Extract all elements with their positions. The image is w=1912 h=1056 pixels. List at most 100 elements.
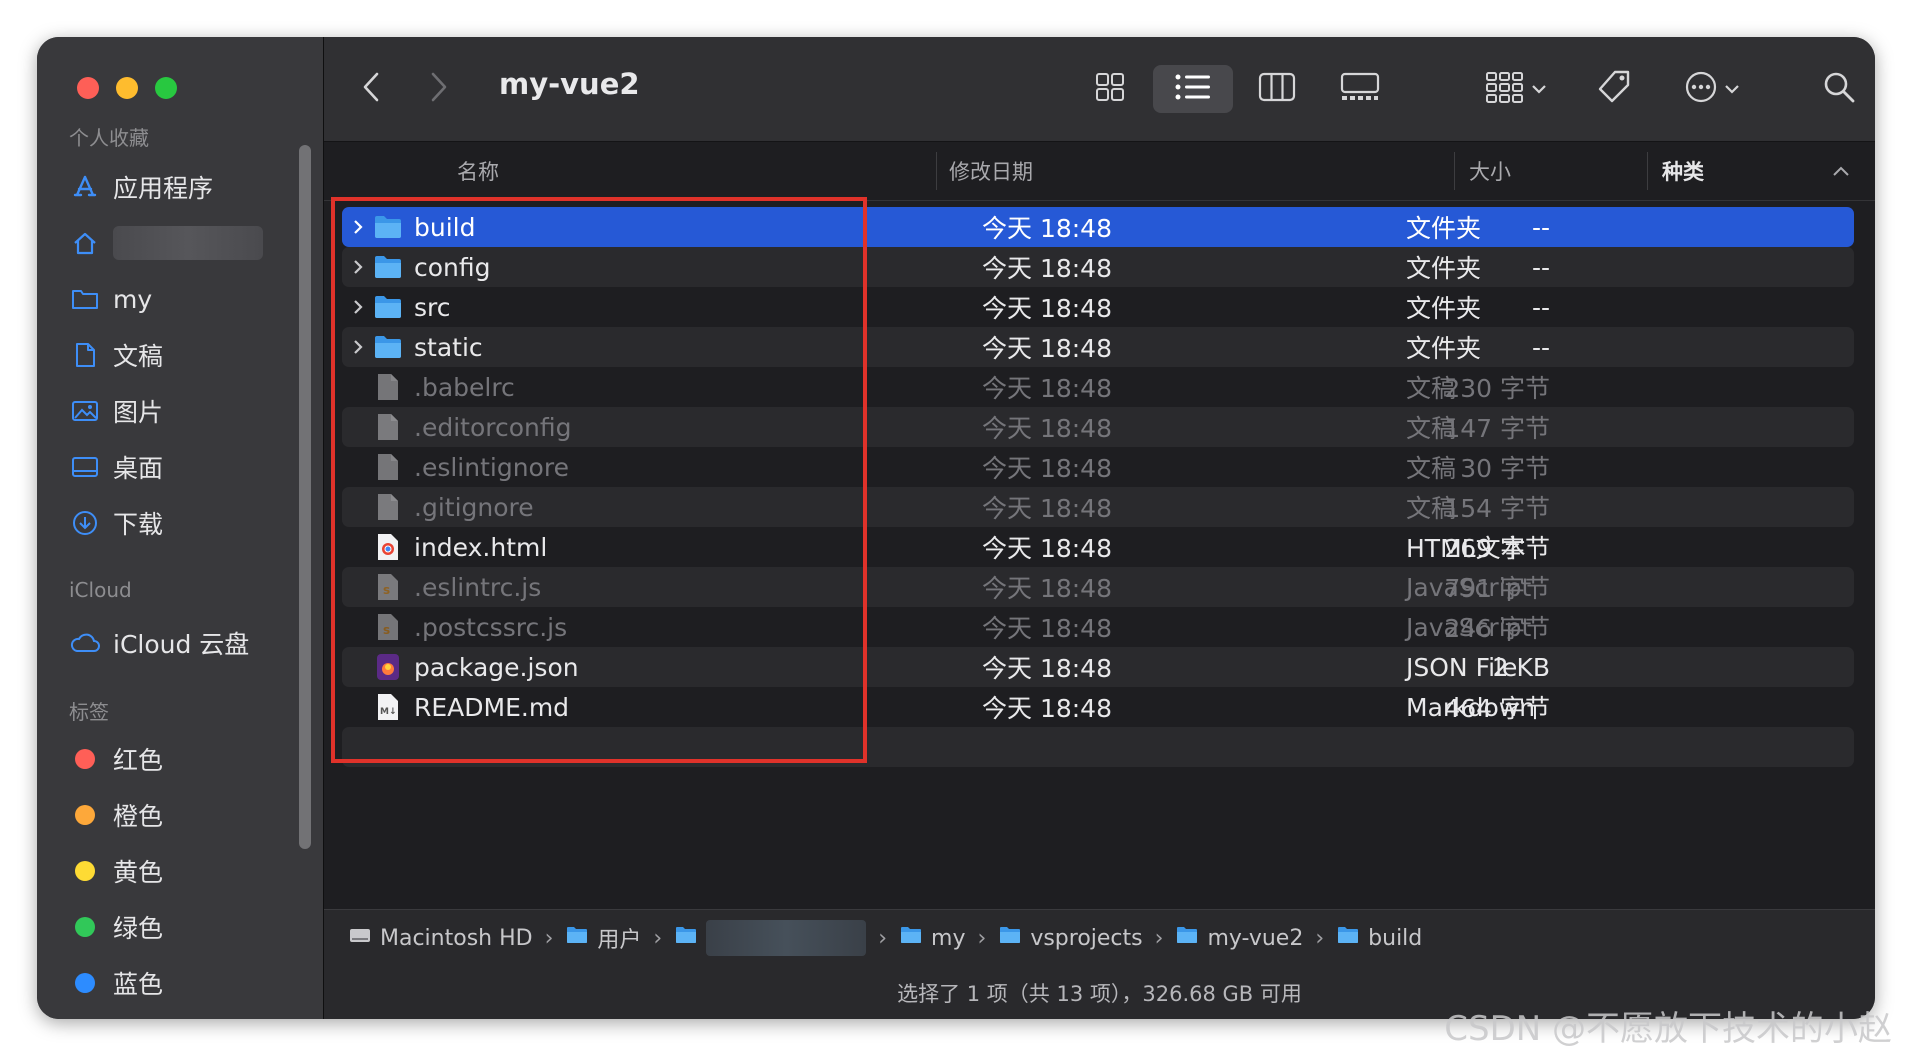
path-separator: › xyxy=(878,925,888,951)
sidebar-item-label: 应用程序 xyxy=(113,174,214,203)
favorites-section-header: 个人收藏 xyxy=(69,126,149,150)
path-separator: › xyxy=(544,925,554,951)
redacted-username xyxy=(113,226,263,260)
file-kind: 文件夹 xyxy=(1406,294,1482,323)
file-kind: 文件夹 xyxy=(1406,334,1482,363)
path-separator: › xyxy=(1154,925,1164,951)
column-view-button[interactable] xyxy=(1249,67,1305,111)
path-separator: › xyxy=(977,925,987,951)
sidebar-item-label: 绿色 xyxy=(113,914,164,943)
column-divider[interactable] xyxy=(936,152,937,190)
file-modified-date: 今天 18:48 xyxy=(982,414,1112,443)
sidebar-item-icloud-drive[interactable]: iCloud 云盘 xyxy=(69,621,289,665)
path-item-label: Macintosh HD xyxy=(380,925,533,951)
grid-icon xyxy=(1094,71,1126,107)
path-separator: › xyxy=(653,925,663,951)
column-header-date[interactable]: 修改日期 xyxy=(949,142,1033,200)
path-separator: › xyxy=(1315,925,1325,951)
file-modified-date: 今天 18:48 xyxy=(982,334,1112,363)
file-size: 147 字节 xyxy=(1444,414,1550,443)
column-header-name[interactable]: 名称 xyxy=(457,142,499,200)
sidebar-tag-green[interactable]: 绿色 xyxy=(69,905,289,949)
sidebar-tag-orange[interactable]: 橙色 xyxy=(69,793,289,837)
icon-view-button[interactable] xyxy=(1082,67,1138,111)
sidebar-item-documents[interactable]: 文稿 xyxy=(69,333,289,377)
file-modified-date: 今天 18:48 xyxy=(982,574,1112,603)
path-item-label: build xyxy=(1368,925,1423,951)
column-header-row: 名称 修改日期 大小 种类 xyxy=(324,142,1875,201)
sidebar-item-my[interactable]: my xyxy=(69,277,289,321)
tags-button[interactable] xyxy=(1588,67,1640,111)
file-size: -- xyxy=(1531,292,1550,322)
columns-icon xyxy=(1258,71,1296,107)
file-size: -- xyxy=(1531,332,1550,362)
sidebar-item-label: iCloud 云盘 xyxy=(113,630,250,659)
sidebar-item-applications[interactable]: 应用程序 xyxy=(69,165,289,209)
folder-icon xyxy=(998,925,1022,951)
sidebar-item-label: 文稿 xyxy=(113,342,164,371)
file-size: 230 字节 xyxy=(1444,374,1550,403)
sort-ascending-icon[interactable] xyxy=(1832,142,1850,200)
file-modified-date: 今天 18:48 xyxy=(982,454,1112,483)
home-icon xyxy=(69,227,101,259)
sidebar-tag-blue[interactable]: 蓝色 xyxy=(69,961,289,1005)
path-item[interactable]: my xyxy=(899,925,966,951)
folder-icon xyxy=(565,925,589,951)
file-kind: 文稿 xyxy=(1406,374,1457,403)
sidebar-tag-red[interactable]: 红色 xyxy=(69,737,289,781)
back-button[interactable] xyxy=(354,69,388,109)
sidebar-scrollbar[interactable] xyxy=(299,145,311,849)
more-actions-button[interactable] xyxy=(1674,67,1750,111)
chevron-right-icon xyxy=(430,71,448,107)
sidebar-item-pictures[interactable]: 图片 xyxy=(69,389,289,433)
sidebar-item-label: 橙色 xyxy=(113,802,164,831)
sidebar-item-label: 黄色 xyxy=(113,858,164,887)
file-kind: 文件夹 xyxy=(1406,214,1482,243)
list-view-button[interactable] xyxy=(1153,65,1233,113)
column-header-size[interactable]: 大小 xyxy=(1469,142,1511,200)
group-by-button[interactable] xyxy=(1476,67,1556,111)
file-kind: HTML文本 xyxy=(1406,534,1526,563)
search-icon xyxy=(1822,70,1856,108)
column-divider[interactable] xyxy=(1647,152,1648,190)
folder-icon xyxy=(674,925,698,951)
zoom-button[interactable] xyxy=(155,77,177,99)
gallery-view-button[interactable] xyxy=(1330,67,1390,111)
applications-icon xyxy=(69,171,101,203)
list-icon xyxy=(1174,72,1212,106)
search-button[interactable] xyxy=(1814,67,1864,111)
file-size: -- xyxy=(1531,252,1550,282)
column-divider[interactable] xyxy=(1454,152,1455,190)
path-item[interactable]: my-vue2 xyxy=(1175,925,1303,951)
sidebar-item-label: 红色 xyxy=(113,746,164,775)
file-modified-date: 今天 18:48 xyxy=(982,254,1112,283)
file-kind: 文稿 xyxy=(1406,414,1457,443)
path-item-label: my xyxy=(931,925,966,951)
file-modified-date: 今天 18:48 xyxy=(982,654,1112,683)
folder-icon xyxy=(1336,925,1360,951)
empty-row xyxy=(342,767,1854,807)
column-header-kind[interactable]: 种类 xyxy=(1662,142,1704,200)
path-item[interactable]: vsprojects xyxy=(998,925,1143,951)
sidebar-item-downloads[interactable]: 下载 xyxy=(69,501,289,545)
sidebar-item-home[interactable] xyxy=(69,221,289,265)
file-modified-date: 今天 18:48 xyxy=(982,614,1112,643)
file-modified-date: 今天 18:48 xyxy=(982,374,1112,403)
path-item[interactable]: Macintosh HD xyxy=(348,925,533,951)
disk-icon xyxy=(348,925,372,951)
sidebar-item-label: 桌面 xyxy=(113,454,164,483)
sidebar-item-desktop[interactable]: 桌面 xyxy=(69,445,289,489)
path-item-label: 用户 xyxy=(597,928,642,953)
close-button[interactable] xyxy=(77,77,99,99)
file-size: 30 字节 xyxy=(1460,454,1550,483)
minimize-button[interactable] xyxy=(116,77,138,99)
path-item[interactable] xyxy=(674,920,867,956)
forward-button[interactable] xyxy=(422,69,456,109)
sidebar-tag-yellow[interactable]: 黄色 xyxy=(69,849,289,893)
chevron-down-icon xyxy=(1531,80,1547,99)
path-item[interactable]: build xyxy=(1336,925,1422,951)
file-modified-date: 今天 18:48 xyxy=(982,694,1112,723)
desktop-icon xyxy=(69,451,101,483)
path-item[interactable]: 用户 xyxy=(565,922,641,954)
chevron-down-icon xyxy=(1724,80,1740,99)
